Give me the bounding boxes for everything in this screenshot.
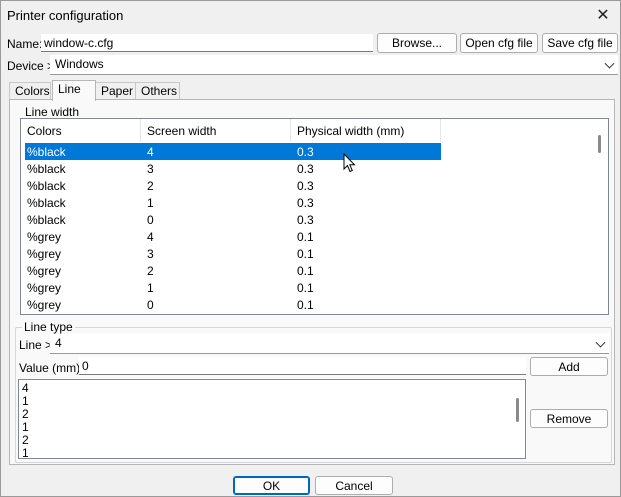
table-row[interactable]: %grey 3 0.1 bbox=[25, 245, 441, 262]
cell-screen: 4 bbox=[147, 145, 154, 159]
cell-screen: 2 bbox=[147, 179, 154, 193]
table-row[interactable]: %grey 0 0.1 bbox=[25, 296, 441, 313]
line-type-values-list[interactable]: 412121 bbox=[18, 379, 526, 459]
line-width-group-title: Line width bbox=[25, 105, 80, 119]
cell-physical: 0.3 bbox=[297, 213, 314, 227]
list-header: Colors Screen width Physical width (mm) bbox=[21, 119, 601, 142]
ok-button[interactable]: OK bbox=[233, 476, 310, 495]
cell-physical: 0.1 bbox=[297, 298, 314, 312]
scrollbar-thumb[interactable] bbox=[516, 398, 519, 422]
table-row[interactable]: %black 3 0.3 bbox=[25, 160, 441, 177]
tab-colors[interactable]: Colors bbox=[9, 82, 51, 100]
cell-screen: 1 bbox=[147, 281, 154, 295]
table-row[interactable]: %black 4 0.3 bbox=[25, 143, 441, 160]
name-field[interactable]: window-c.cfg bbox=[41, 34, 373, 52]
cell-color: %black bbox=[27, 179, 66, 193]
tab-paper[interactable]: Paper bbox=[95, 82, 136, 100]
cancel-button[interactable]: Cancel bbox=[315, 476, 393, 495]
cell-physical: 0.1 bbox=[297, 230, 314, 244]
table-row[interactable]: %black 2 0.3 bbox=[25, 177, 441, 194]
column-header-physical-width[interactable]: Physical width (mm) bbox=[291, 119, 441, 142]
line-width-scrollbar[interactable] bbox=[592, 119, 608, 314]
cell-color: %grey bbox=[27, 247, 62, 261]
title-bar: Printer configuration ✕ bbox=[1, 1, 620, 29]
value-field[interactable]: 0 bbox=[79, 357, 526, 375]
device-selected-value: Windows bbox=[55, 57, 104, 71]
cell-screen: 4 bbox=[147, 230, 154, 244]
cell-color: %grey bbox=[27, 298, 62, 312]
cell-screen: 1 bbox=[147, 196, 154, 210]
window-title: Printer configuration bbox=[7, 8, 124, 23]
cell-color: %grey bbox=[27, 264, 62, 278]
chevron-down-icon bbox=[595, 337, 606, 348]
cell-screen: 0 bbox=[147, 213, 154, 227]
cell-screen: 2 bbox=[147, 264, 154, 278]
column-header-colors[interactable]: Colors bbox=[21, 119, 141, 142]
name-label: Name: bbox=[7, 37, 43, 51]
table-row[interactable]: %black 1 0.3 bbox=[25, 194, 441, 211]
list-item[interactable]: 1 bbox=[22, 447, 29, 459]
line-width-list[interactable]: Colors Screen width Physical width (mm) … bbox=[20, 118, 609, 315]
mouse-pointer-icon bbox=[343, 153, 356, 173]
scrollbar-thumb[interactable] bbox=[598, 135, 601, 153]
cell-physical: 0.3 bbox=[297, 162, 314, 176]
cell-color: %black bbox=[27, 196, 66, 210]
table-row[interactable]: %black 0 0.3 bbox=[25, 211, 441, 228]
value-label: Value (mm): bbox=[19, 361, 84, 375]
tab-others[interactable]: Others bbox=[135, 82, 180, 100]
cell-color: %grey bbox=[27, 281, 62, 295]
cell-color: %black bbox=[27, 162, 66, 176]
save-cfg-button[interactable]: Save cfg file bbox=[542, 33, 618, 53]
cell-screen: 3 bbox=[147, 247, 154, 261]
close-icon[interactable]: ✕ bbox=[592, 5, 614, 25]
cell-physical: 0.1 bbox=[297, 247, 314, 261]
table-row[interactable]: %grey 4 0.1 bbox=[25, 228, 441, 245]
chevron-down-icon bbox=[604, 58, 615, 69]
cell-physical: 0.3 bbox=[297, 196, 314, 210]
column-header-screen-width[interactable]: Screen width bbox=[141, 119, 291, 142]
line-dropdown[interactable]: 4 bbox=[50, 334, 609, 354]
cell-physical: 0.3 bbox=[297, 179, 314, 193]
device-dropdown[interactable]: Windows bbox=[50, 55, 618, 75]
add-button[interactable]: Add bbox=[530, 357, 608, 376]
printer-config-dialog: Printer configuration ✕ Name: window-c.c… bbox=[0, 0, 621, 497]
table-row[interactable]: %grey 1 0.1 bbox=[25, 279, 441, 296]
table-row[interactable]: %grey 2 0.1 bbox=[25, 262, 441, 279]
cell-physical: 0.1 bbox=[297, 281, 314, 295]
cell-physical: 0.1 bbox=[297, 264, 314, 278]
remove-button[interactable]: Remove bbox=[530, 409, 608, 428]
cell-screen: 3 bbox=[147, 162, 154, 176]
cell-color: %black bbox=[27, 145, 66, 159]
open-cfg-button[interactable]: Open cfg file bbox=[460, 33, 538, 53]
line-type-group-title: Line type bbox=[22, 320, 75, 334]
cell-screen: 0 bbox=[147, 298, 154, 312]
cell-color: %black bbox=[27, 213, 66, 227]
line-selected-value: 4 bbox=[55, 336, 62, 350]
line-type-scrollbar[interactable] bbox=[511, 380, 525, 458]
browse-button[interactable]: Browse... bbox=[377, 33, 457, 53]
line-label: Line > bbox=[19, 338, 53, 352]
device-label: Device > bbox=[7, 59, 55, 73]
cell-physical: 0.3 bbox=[297, 145, 314, 159]
tab-line[interactable]: Line bbox=[52, 80, 96, 101]
cell-color: %grey bbox=[27, 230, 62, 244]
